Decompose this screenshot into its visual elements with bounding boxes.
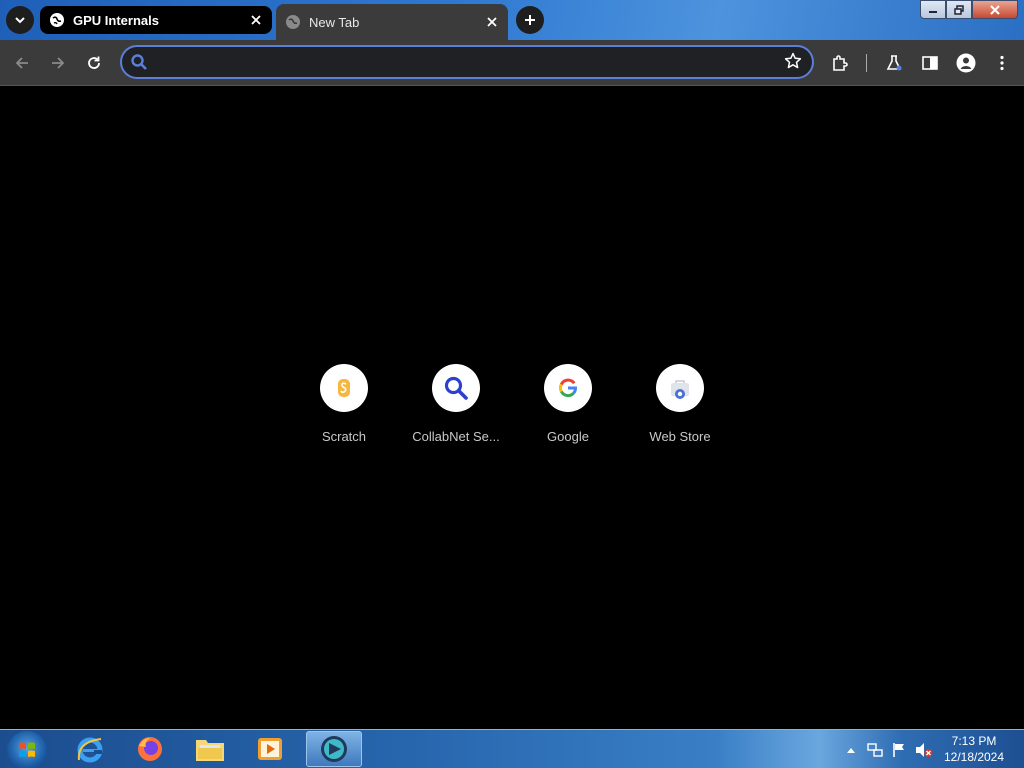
avatar-icon xyxy=(956,53,976,73)
shortcut-icon-circle xyxy=(432,364,480,412)
web-store-icon xyxy=(671,380,689,399)
taskbar-file-explorer[interactable] xyxy=(182,731,238,767)
flask-icon xyxy=(886,55,902,71)
more-vertical-icon xyxy=(1000,55,1004,71)
tab-close-button[interactable] xyxy=(482,12,502,32)
forward-button[interactable] xyxy=(46,51,70,75)
back-arrow-icon xyxy=(15,57,28,69)
toolbar-divider xyxy=(866,54,867,72)
volume-tray-button[interactable] xyxy=(914,730,934,768)
taskbar-media-player[interactable] xyxy=(242,731,298,767)
shortcut-icon-circle xyxy=(320,364,368,412)
side-panel-button[interactable] xyxy=(918,51,942,75)
tab-gpu-internals[interactable]: GPU Internals xyxy=(40,6,272,34)
shortcut-icon-circle xyxy=(656,364,704,412)
shortcut-icon-circle xyxy=(544,364,592,412)
taskbar-firefox[interactable] xyxy=(122,731,178,767)
scratch-icon xyxy=(338,379,350,397)
minimize-icon xyxy=(929,10,937,13)
close-icon xyxy=(990,4,1000,15)
labs-button[interactable] xyxy=(882,51,906,75)
restore-button[interactable] xyxy=(946,0,972,19)
window-controls xyxy=(920,0,1018,19)
network-icon xyxy=(867,742,883,757)
new-tab-page: Scratch CollabNet Se... Google Web Store xyxy=(0,87,1024,729)
extensions-button[interactable] xyxy=(828,51,852,75)
media-player-icon xyxy=(258,738,282,760)
screen: GPU Internals New Tab Scratch CollabNet … xyxy=(0,0,1024,768)
search-icon xyxy=(444,376,468,400)
new-tab-button[interactable] xyxy=(516,6,544,34)
menu-button[interactable] xyxy=(990,51,1014,75)
shortcut-tile[interactable]: Web Store xyxy=(632,364,728,454)
reload-button[interactable] xyxy=(82,51,106,75)
shortcut-label: Web Store xyxy=(649,429,711,444)
shortcut-label: Google xyxy=(547,429,589,444)
tab-close-button[interactable] xyxy=(246,10,266,30)
shortcut-label: Scratch xyxy=(321,429,367,444)
restore-icon xyxy=(954,4,964,15)
minimize-button[interactable] xyxy=(920,0,946,19)
file-explorer-icon xyxy=(196,740,224,761)
forward-arrow-icon xyxy=(52,57,65,69)
clock-date: 12/18/2024 xyxy=(943,750,1005,764)
tab-search-button[interactable] xyxy=(6,6,34,34)
back-button[interactable] xyxy=(10,51,34,75)
chromium-icon xyxy=(321,736,347,762)
clock-time: 7:13 PM xyxy=(951,734,997,748)
chevron-down-icon xyxy=(15,17,25,24)
network-tray-button[interactable] xyxy=(866,730,884,768)
bookmark-star-icon[interactable] xyxy=(784,52,802,70)
plus-icon xyxy=(525,15,535,25)
chevron-up-icon xyxy=(847,747,855,753)
taskbar-chromium[interactable] xyxy=(306,731,362,767)
close-icon xyxy=(487,17,497,27)
search-icon xyxy=(131,54,147,70)
tab-new-tab[interactable]: New Tab xyxy=(276,4,508,40)
system-clock[interactable]: 7:13 PM 12/18/2024 xyxy=(936,733,1012,765)
shortcut-tile[interactable]: Scratch xyxy=(296,364,392,454)
address-input[interactable] xyxy=(158,47,778,77)
address-bar[interactable] xyxy=(120,45,814,79)
internet-explorer-icon xyxy=(77,737,103,763)
close-icon xyxy=(251,15,261,25)
globe-icon xyxy=(50,13,64,27)
taskbar: 7:13 PM 12/18/2024 xyxy=(0,729,1024,768)
start-button[interactable] xyxy=(7,731,47,768)
tab-title: GPU Internals xyxy=(73,12,159,28)
show-hidden-icons-button[interactable] xyxy=(844,730,858,768)
reload-icon xyxy=(88,56,100,69)
profile-button[interactable] xyxy=(954,51,978,75)
close-window-button[interactable] xyxy=(972,0,1018,19)
speaker-muted-icon xyxy=(916,742,933,757)
tab-strip: GPU Internals New Tab xyxy=(0,0,1024,40)
windows-logo-icon xyxy=(19,742,35,757)
taskbar-internet-explorer[interactable] xyxy=(62,731,118,767)
puzzle-icon xyxy=(833,55,848,71)
shortcut-tile[interactable]: CollabNet Se... xyxy=(408,364,504,454)
firefox-icon xyxy=(138,737,162,761)
globe-icon xyxy=(286,15,300,29)
shortcut-label: CollabNet Se... xyxy=(412,429,500,444)
action-center-tray-button[interactable] xyxy=(890,730,908,768)
google-icon xyxy=(558,378,577,398)
flag-icon xyxy=(893,742,904,757)
shortcut-tile[interactable]: Google xyxy=(520,364,616,454)
toolbar xyxy=(0,40,1024,86)
side-panel-icon xyxy=(922,56,938,70)
tab-title: New Tab xyxy=(309,14,360,30)
